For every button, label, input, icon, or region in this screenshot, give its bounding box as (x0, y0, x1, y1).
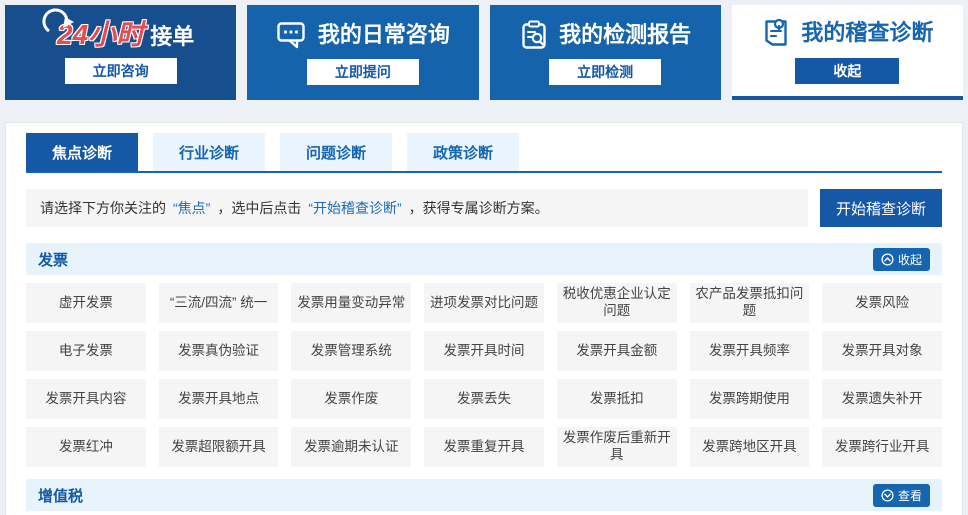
clipboard-search-icon (519, 20, 549, 50)
invoice-section-title: 发票 (38, 249, 68, 270)
audit-diagnosis-title: 我的稽查诊断 (801, 22, 933, 44)
tag-item[interactable]: 发票开具地点 (159, 379, 279, 419)
diagnosis-tabs: 焦点诊断 行业诊断 问题诊断 政策诊断 (26, 133, 942, 173)
tag-item[interactable]: 发票开具频率 (690, 331, 810, 371)
focus-highlight: “焦点” (173, 198, 210, 218)
tag-item[interactable]: 税收优惠企业认定问题 (557, 283, 677, 323)
tag-item[interactable]: 农产品发票抵扣问题 (690, 283, 810, 323)
daily-consult-title: 我的日常咨询 (318, 24, 450, 46)
document-search-icon (761, 17, 791, 49)
tag-item[interactable]: 发票真伪验证 (159, 331, 279, 371)
invoice-section-header: 发票 收起 (26, 243, 942, 275)
test-now-button[interactable]: 立即检测 (549, 59, 661, 85)
tag-item[interactable]: 发票风险 (822, 283, 942, 323)
tag-item[interactable]: 发票红冲 (26, 427, 146, 467)
vat-section-title: 增值税 (38, 485, 83, 506)
tag-item[interactable]: 虚开发票 (26, 283, 146, 323)
tab-industry-diagnosis[interactable]: 行业诊断 (153, 133, 265, 171)
tag-item[interactable]: 发票用量变动异常 (291, 283, 411, 323)
invoice-collapse-button[interactable]: 收起 (873, 248, 930, 271)
tag-item[interactable]: 发票遗失补开 (822, 379, 942, 419)
instruction-row: 请选择下方你关注的“焦点”，选中后点击“开始稽查诊断”，获得专属诊断方案。 开始… (26, 189, 942, 227)
consult-now-button[interactable]: 立即咨询 (65, 58, 177, 84)
tab-problem-diagnosis[interactable]: 问题诊断 (280, 133, 392, 171)
chevron-down-circle-icon (881, 489, 894, 502)
tag-item[interactable]: 发票开具内容 (26, 379, 146, 419)
tag-item[interactable]: 发票跨地区开具 (690, 427, 810, 467)
tag-item[interactable]: 发票重复开具 (424, 427, 544, 467)
tag-item[interactable]: 发票抵扣 (557, 379, 677, 419)
tag-item[interactable]: 发票开具金额 (557, 331, 677, 371)
instruction-text: 请选择下方你关注的“焦点”，选中后点击“开始稽查诊断”，获得专属诊断方案。 (26, 189, 808, 227)
test-report-title: 我的检测报告 (559, 24, 691, 46)
header-card-row: 24小时 接单 立即咨询 我的日常咨询 立即提问 (0, 0, 968, 100)
hotline-title: 24小时 接单 (47, 21, 194, 49)
chat-bubble-icon (276, 20, 308, 50)
tag-item[interactable]: 发票逾期未认证 (291, 427, 411, 467)
tag-item[interactable]: 发票超限额开具 (159, 427, 279, 467)
tag-item[interactable]: 发票作废 (291, 379, 411, 419)
tag-item[interactable]: 发票开具对象 (822, 331, 942, 371)
swoosh-arrow-icon (41, 7, 75, 40)
invoice-tag-grid: 虚开发票 “三流/四流” 统一发票用量变动异常进项发票对比问题税收优惠企业认定问题… (26, 283, 942, 467)
card-daily-consult[interactable]: 我的日常咨询 立即提问 (247, 5, 478, 100)
vat-view-button[interactable]: 查看 (873, 484, 930, 507)
collapse-card-button[interactable]: 收起 (795, 58, 899, 84)
tab-policy-diagnosis[interactable]: 政策诊断 (407, 133, 519, 171)
card-audit-diagnosis[interactable]: 我的稽查诊断 收起 (732, 5, 963, 100)
start-audit-diagnosis-button[interactable]: 开始稽查诊断 (820, 189, 942, 227)
tag-item[interactable]: 发票开具时间 (424, 331, 544, 371)
ask-now-button[interactable]: 立即提问 (307, 59, 419, 85)
card-24h-hotline[interactable]: 24小时 接单 立即咨询 (5, 5, 236, 100)
tag-item[interactable]: 进项发票对比问题 (424, 283, 544, 323)
vat-section-header: 增值税 查看 (26, 479, 942, 511)
tag-item[interactable]: 电子发票 (26, 331, 146, 371)
tag-item[interactable]: 发票作废后重新开具 (557, 427, 677, 467)
start-audit-highlight: “开始稽查诊断” (308, 198, 401, 218)
tag-item[interactable]: 发票跨期使用 (690, 379, 810, 419)
diagnosis-panel: 焦点诊断 行业诊断 问题诊断 政策诊断 请选择下方你关注的“焦点”，选中后点击“… (5, 122, 963, 515)
card-test-report[interactable]: 我的检测报告 立即检测 (490, 5, 721, 100)
tab-focus-diagnosis[interactable]: 焦点诊断 (26, 133, 138, 171)
tag-item[interactable]: 发票跨行业开具 (822, 427, 942, 467)
tag-item[interactable]: 发票丢失 (424, 379, 544, 419)
tag-item[interactable]: 发票管理系统 (291, 331, 411, 371)
hotline-suffix-label: 接单 (150, 25, 194, 49)
chevron-up-circle-icon (881, 253, 894, 266)
tag-item[interactable]: “三流/四流” 统一 (159, 283, 279, 323)
